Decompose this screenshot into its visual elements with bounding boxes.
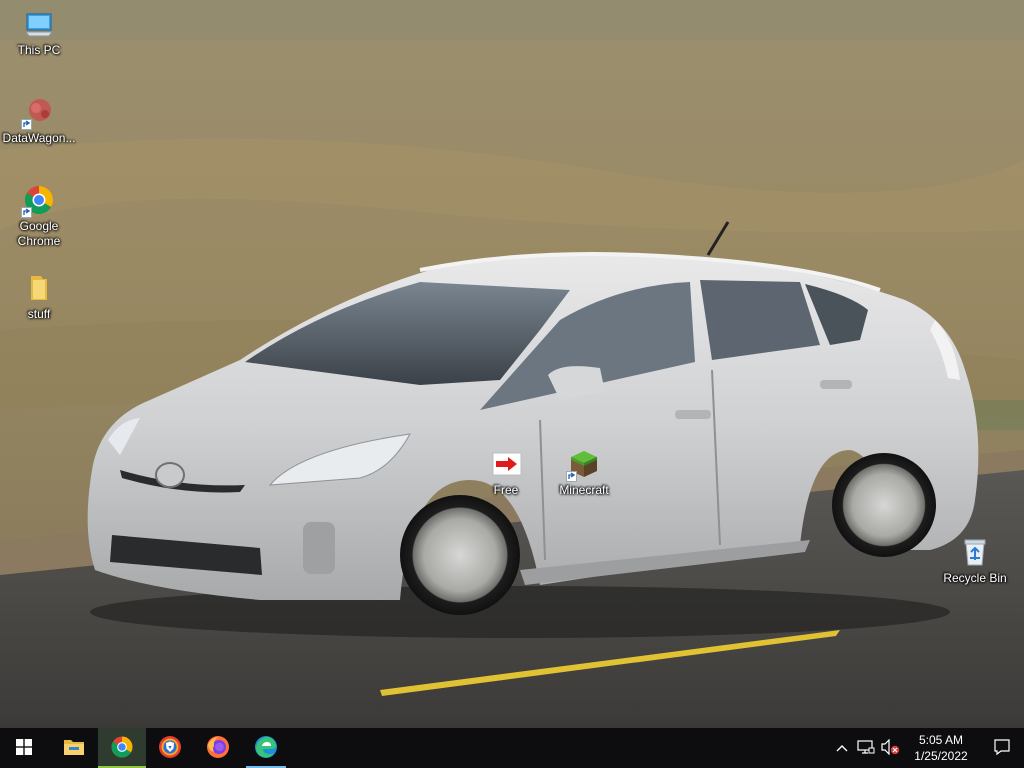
desktop-icon-label: Free xyxy=(493,483,519,497)
volume-button[interactable] xyxy=(878,728,902,768)
taskbar-firefox[interactable] xyxy=(194,728,242,768)
action-center-button[interactable] xyxy=(980,728,1024,768)
desktop-icon-stuff[interactable]: stuff xyxy=(1,272,77,322)
desktop-icon-label: DataWagon... xyxy=(2,131,76,145)
desktop-icon-free[interactable]: Free xyxy=(468,448,544,498)
datawagon-icon xyxy=(21,96,55,130)
chrome-icon xyxy=(21,184,55,218)
shortcut-arrow-icon xyxy=(21,119,32,130)
network-icon xyxy=(857,739,875,757)
shortcut-arrow-icon xyxy=(566,471,577,482)
system-tray: 5:05 AM 1/25/2022 xyxy=(830,728,1024,768)
recycle-bin-icon xyxy=(959,536,991,568)
network-status-button[interactable] xyxy=(854,728,878,768)
clock-time: 5:05 AM xyxy=(918,733,964,747)
taskbar-edge[interactable] xyxy=(242,728,290,768)
desktop-icon-label: Google Chrome xyxy=(17,219,61,248)
windows-start-icon xyxy=(16,738,32,758)
taskbar-google-chrome[interactable] xyxy=(98,728,146,768)
desktop-icon-google-chrome[interactable]: Google Chrome xyxy=(1,184,77,249)
chevron-up-icon xyxy=(836,741,848,755)
file-explorer-icon xyxy=(63,737,85,760)
firefox-icon xyxy=(206,735,230,762)
edge-icon xyxy=(254,735,278,762)
red-arrow-icon xyxy=(490,448,522,480)
computer-icon xyxy=(23,8,55,40)
chrome-icon xyxy=(110,735,134,762)
brave-browser-icon xyxy=(158,735,182,762)
taskbar-brave-browser[interactable] xyxy=(146,728,194,768)
taskbar-file-explorer[interactable] xyxy=(50,728,98,768)
show-hidden-icons-button[interactable] xyxy=(830,728,854,768)
desktop-icon-datawagon[interactable]: DataWagon... xyxy=(1,96,77,146)
minecraft-icon xyxy=(566,448,600,482)
action-center-icon xyxy=(993,738,1011,759)
desktop-icon-label: Minecraft xyxy=(559,483,609,497)
desktop-icon-recycle-bin[interactable]: Recycle Bin xyxy=(937,536,1013,586)
desktop-wallpaper xyxy=(0,0,1024,728)
desktop-icon-this-pc[interactable]: This PC xyxy=(1,8,77,58)
clock-date: 1/25/2022 xyxy=(914,749,968,763)
taskbar-clock[interactable]: 5:05 AM 1/25/2022 xyxy=(902,728,980,768)
desktop-icon-label: stuff xyxy=(27,307,51,321)
shortcut-arrow-icon xyxy=(21,207,32,218)
folder-icon xyxy=(23,272,55,304)
taskbar: 5:05 AM 1/25/2022 xyxy=(0,728,1024,768)
desktop-icon-minecraft[interactable]: Minecraft xyxy=(546,448,622,498)
wallpaper-car-photo xyxy=(0,0,1024,728)
volume-muted-icon xyxy=(880,738,900,758)
desktop-icon-label: Recycle Bin xyxy=(943,571,1007,585)
start-button[interactable] xyxy=(0,728,48,768)
desktop-icon-label: This PC xyxy=(17,43,61,57)
